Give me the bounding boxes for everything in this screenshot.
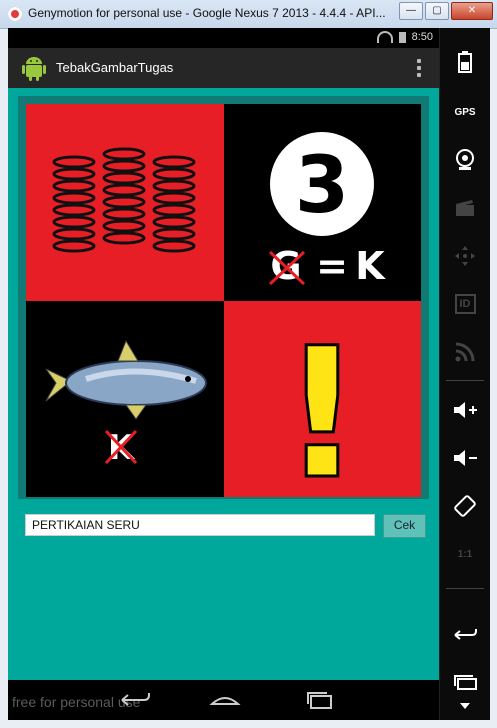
pixel-perfect-button[interactable]: 1:1 <box>440 536 490 572</box>
dpad-button[interactable] <box>440 238 490 274</box>
gps-label: GPS <box>454 106 476 118</box>
action-bar: TebakGambarTugas <box>8 48 439 88</box>
letter-k: K <box>355 244 386 288</box>
webcam-icon <box>456 149 474 170</box>
puzzle-image: 3 G = K K <box>26 104 421 497</box>
id-label: ID <box>454 294 476 314</box>
genymotion-app-icon <box>8 7 22 21</box>
battery-widget-button[interactable] <box>440 44 490 80</box>
recent-apps-side-icon <box>454 675 477 690</box>
recent-apps-icon[interactable] <box>303 688 337 710</box>
clapperboard-icon <box>456 200 474 216</box>
clock: 8:50 <box>411 31 433 43</box>
puzzle-tile-exclamation: ! <box>223 300 421 497</box>
number-three: 3 <box>294 141 348 231</box>
app-title: TebakGambarTugas <box>56 60 174 75</box>
panel-divider <box>446 380 484 381</box>
close-button[interactable]: ✕ <box>451 2 493 20</box>
puzzle-tile-number: 3 G = K <box>223 104 421 301</box>
camera-button[interactable] <box>440 142 490 178</box>
volume-down-icon <box>454 450 477 466</box>
window-titlebar: Genymotion for personal use - Google Nex… <box>0 0 497 29</box>
window-controls: — ▢ ✕ <box>399 2 493 20</box>
volume-up-icon <box>454 402 477 418</box>
volume-up-button[interactable] <box>440 392 490 428</box>
rotate-button[interactable] <box>440 488 490 524</box>
overflow-menu-icon[interactable] <box>417 59 421 77</box>
springs-icon <box>52 147 196 253</box>
device-screen: 8:50 TebakGambarTugas 3 = K ! PERTIKAIAN… <box>8 28 439 720</box>
rss-icon <box>455 342 475 362</box>
puzzle-tile-springs <box>26 104 224 301</box>
gps-button[interactable]: GPS <box>440 94 490 130</box>
android-app-icon <box>22 57 46 81</box>
status-bar: 8:50 <box>8 28 439 48</box>
maximize-button[interactable]: ▢ <box>425 2 449 20</box>
panel-scroll-down[interactable] <box>440 694 490 718</box>
number-three-graphic: 3 G = K <box>268 132 386 288</box>
exclamation-mark: ! <box>280 310 362 497</box>
dpad-icon <box>455 246 475 266</box>
emulator-side-panel: GPS ID 1:1 <box>439 28 490 720</box>
answer-input[interactable] <box>25 514 375 536</box>
fish-graphic: K <box>45 339 207 468</box>
pixel-label: 1:1 <box>457 548 473 560</box>
back-arrow-icon <box>454 629 477 640</box>
window-title: Genymotion for personal use - Google Nex… <box>28 6 386 20</box>
rotate-icon <box>454 495 476 517</box>
battery-widget-icon <box>458 51 472 73</box>
exclamation-graphic: ! <box>279 308 364 497</box>
wifi-icon <box>376 31 393 43</box>
navigation-bar: free for personal use <box>8 680 439 720</box>
cast-button[interactable] <box>440 334 490 370</box>
android-back-button[interactable] <box>440 616 490 652</box>
device-id-button[interactable]: ID <box>440 286 490 322</box>
battery-icon <box>398 31 406 43</box>
screencast-button[interactable] <box>440 190 490 226</box>
home-icon[interactable] <box>208 688 242 710</box>
check-button[interactable]: Cek <box>383 514 426 538</box>
back-icon[interactable] <box>118 688 152 710</box>
puzzle-tile-fish: K <box>26 300 224 497</box>
equals-sign: = <box>316 244 348 288</box>
volume-down-button[interactable] <box>440 440 490 476</box>
panel-divider <box>446 588 484 589</box>
chevron-down-icon <box>460 703 470 709</box>
main-content: 3 G = K K <box>8 88 439 680</box>
minimize-button[interactable]: — <box>399 2 423 20</box>
